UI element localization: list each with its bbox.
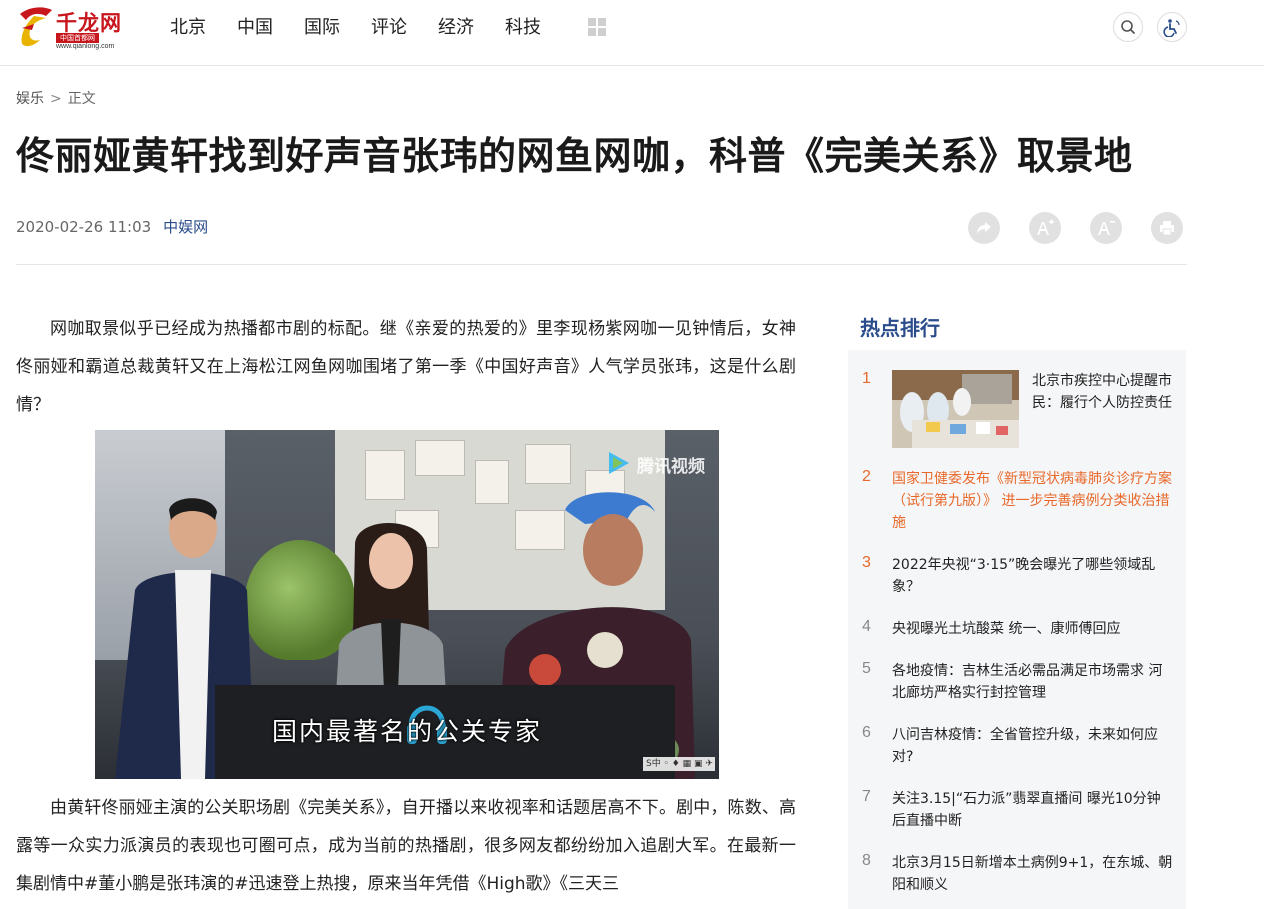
print-button[interactable] bbox=[1151, 212, 1183, 244]
video-watermark: 腾讯视频 bbox=[637, 457, 705, 477]
site-logo[interactable]: 千龙网 中国首都网 www.qianlong.com bbox=[16, 4, 136, 52]
share-button[interactable] bbox=[968, 212, 1000, 244]
rank-title: 关注3.15|“石力派”翡翠直播间 曝光10分钟后直播中断 bbox=[892, 791, 1161, 829]
rank-number: 5 bbox=[862, 660, 871, 677]
article-image: 腾讯视频 国内最著名的公关专家 S中 ◦ ♦ ▦ ▣ ✈ bbox=[95, 430, 719, 779]
breadcrumb-section[interactable]: 娱乐 bbox=[16, 91, 44, 107]
rank-number: 3 bbox=[862, 554, 871, 571]
more-menu-grid-icon[interactable] bbox=[588, 18, 606, 36]
top-bar: 千龙网 中国首都网 www.qianlong.com 北京 中国 国际 评论 经… bbox=[0, 0, 1264, 66]
print-icon bbox=[1160, 221, 1174, 236]
logo-mark-icon bbox=[20, 7, 52, 47]
rank-title: 央视曝光土坑酸菜 统一、康师傅回应 bbox=[892, 621, 1121, 637]
nav-item-world[interactable]: 国际 bbox=[304, 16, 340, 40]
rank-title: 八问吉林疫情：全省管控升级，未来如何应对? bbox=[892, 727, 1158, 765]
player-toolbar-icons: S中 ◦ ♦ ▦ ▣ ✈ bbox=[643, 757, 715, 771]
nav-item-beijing[interactable]: 北京 bbox=[170, 16, 206, 40]
rank-number: 1 bbox=[862, 370, 871, 387]
logo-url: www.qianlong.com bbox=[56, 43, 115, 50]
font-decrease-button[interactable] bbox=[1090, 212, 1122, 244]
rank-number: 7 bbox=[862, 788, 871, 805]
article-date: 2020-02-26 11:03 bbox=[16, 218, 152, 236]
image-subtitle: 国内最著名的公关专家 bbox=[271, 717, 542, 746]
rank-number: 4 bbox=[862, 618, 871, 635]
list-item[interactable]: 1 北京市疾控中心提醒市民：履行个人防控责任 bbox=[862, 370, 1182, 450]
rank-number: 6 bbox=[862, 724, 871, 741]
search-button[interactable] bbox=[1113, 12, 1143, 42]
share-icon bbox=[977, 222, 991, 234]
article-title: 佟丽娅黄轩找到好声音张玮的网鱼网咖，科普《完美关系》取景地 bbox=[16, 134, 1133, 178]
rank-number: 8 bbox=[862, 852, 871, 869]
font-decrease-icon bbox=[1098, 221, 1115, 235]
search-icon bbox=[1121, 20, 1135, 34]
breadcrumb: 娱乐 > 正文 bbox=[16, 88, 96, 108]
article-meta: 2020-02-26 11:03 中娱网 bbox=[16, 216, 208, 237]
font-increase-button[interactable] bbox=[1029, 212, 1061, 244]
accessibility-icon bbox=[1163, 19, 1180, 37]
font-increase-icon bbox=[1037, 219, 1054, 235]
main-nav: 北京 中国 国际 评论 经济 科技 bbox=[170, 16, 572, 40]
article-paragraph: 网咖取景似乎已经成为热播都市剧的标配。继《亲爱的热爱的》里李现杨紫网咖一见钟情后… bbox=[16, 319, 796, 415]
hot-ranking-title: 热点排行 bbox=[860, 316, 940, 340]
rank-title: 北京3月15日新增本土病例9+1，在东城、朝阳和顺义 bbox=[892, 855, 1173, 893]
article-body: 网咖取景似乎已经成为热播都市剧的标配。继《亲爱的热爱的》里李现杨紫网咖一见钟情后… bbox=[16, 310, 796, 903]
nav-item-economy[interactable]: 经济 bbox=[438, 16, 474, 40]
rank-title: 2022年央视“3·15”晚会曝光了哪些领域乱象？ bbox=[892, 557, 1156, 595]
breadcrumb-separator: > bbox=[50, 91, 62, 107]
nav-item-china[interactable]: 中国 bbox=[237, 16, 273, 40]
video-watermark-icon bbox=[609, 452, 629, 474]
rank-number: 2 bbox=[862, 468, 871, 485]
logo-tagline: 中国首都网 bbox=[56, 33, 99, 43]
nav-item-tech[interactable]: 科技 bbox=[505, 16, 541, 40]
article-paragraph: 由黄轩佟丽娅主演的公关职场剧《完美关系》，自开播以来收视率和话题居高不下。剧中，… bbox=[16, 798, 796, 894]
breadcrumb-current: 正文 bbox=[67, 91, 96, 107]
rank-thumbnail bbox=[892, 370, 1019, 448]
article-tools bbox=[968, 212, 1212, 244]
rank-title: 各地疫情：吉林生活必需品满足市场需求 河北廊坊严格实行封控管理 bbox=[892, 663, 1163, 701]
nav-item-opinion[interactable]: 评论 bbox=[371, 16, 407, 40]
article-source[interactable]: 中娱网 bbox=[163, 218, 208, 236]
accessibility-button[interactable] bbox=[1157, 12, 1187, 42]
header-divider bbox=[16, 264, 1187, 265]
rank-title: 北京市疾控中心提醒市民：履行个人防控责任 bbox=[1032, 373, 1172, 411]
rank-title: 国家卫健委发布《新型冠状病毒肺炎诊疗方案（试行第九版）》 进一步完善病例分类收治… bbox=[892, 471, 1172, 531]
